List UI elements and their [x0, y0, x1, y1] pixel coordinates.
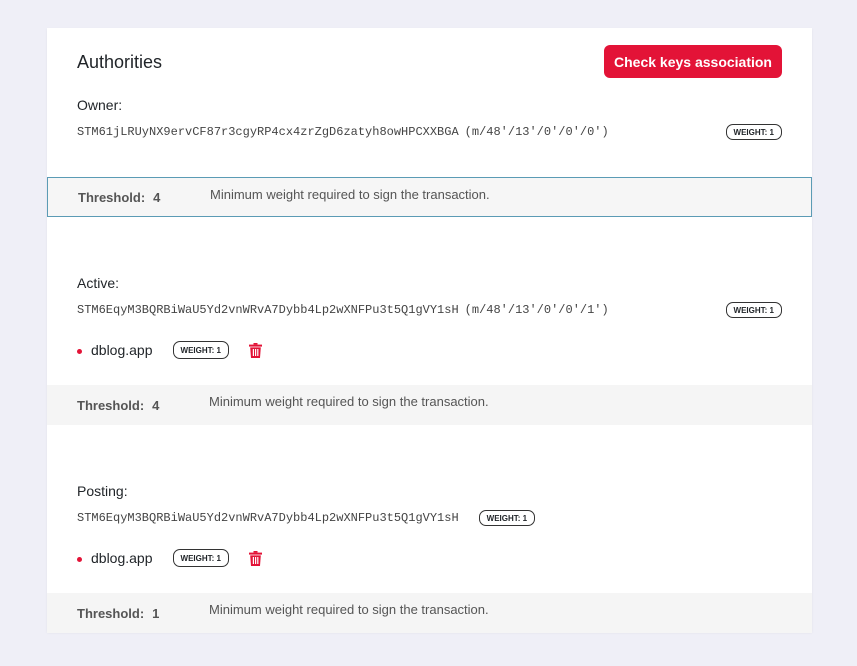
trash-icon[interactable]: [249, 342, 263, 358]
owner-label: Owner:: [77, 97, 123, 113]
posting-label: Posting:: [77, 483, 128, 499]
active-key-row: STM6EqyM3BQRBiWaU5Yd2vnWRvA7Dybb4Lp2wXNF…: [77, 300, 782, 320]
active-threshold-row[interactable]: Threshold: 4 Minimum weight required to s…: [47, 385, 812, 425]
threshold-label-text: Threshold:: [77, 397, 145, 413]
check-keys-association-button[interactable]: Check keys association: [604, 45, 782, 78]
trash-icon-svg: [249, 550, 263, 566]
bullet-dot: [77, 348, 82, 354]
owner-key-weight-badge: WEIGHT: 1: [725, 124, 782, 140]
active-key-weight-badge: WEIGHT: 1: [725, 302, 782, 318]
posting-account-weight-badge: WEIGHT: 1: [172, 549, 229, 567]
active-account-row: dblog.app WEIGHT: 1: [77, 340, 263, 360]
threshold-label-text: Threshold:: [78, 189, 146, 205]
owner-key-row: STM61jLRUyNX9ervCF87r3cgyRP4cx4zrZgD6zat…: [77, 122, 782, 142]
active-threshold-label: Threshold: 4: [77, 398, 159, 413]
page-title: Authorities: [77, 52, 163, 72]
trash-icon-svg: [249, 342, 263, 358]
posting-account-row: dblog.app WEIGHT: 1: [77, 548, 263, 568]
posting-threshold-label: Threshold: 1: [77, 606, 159, 621]
active-label: Active:: [77, 275, 120, 291]
active-account-name: dblog.app: [91, 342, 153, 358]
bullet-dot: [77, 556, 82, 562]
threshold-label-text: Threshold:: [77, 605, 145, 621]
posting-threshold-value[interactable]: 1: [152, 606, 159, 621]
active-public-key: STM6EqyM3BQRBiWaU5Yd2vnWRvA7Dybb4Lp2wXNF…: [77, 303, 459, 317]
active-key-path: (m/48′/13′/0′/0′/1′): [464, 303, 609, 317]
trash-icon[interactable]: [249, 550, 263, 566]
owner-public-key: STM61jLRUyNX9ervCF87r3cgyRP4cx4zrZgD6zat…: [77, 125, 459, 139]
posting-public-key: STM6EqyM3BQRBiWaU5Yd2vnWRvA7Dybb4Lp2wXNF…: [77, 511, 459, 525]
authorities-card: Authorities Check keys association Owner…: [47, 28, 812, 633]
posting-threshold-description: Minimum weight required to sign the tran…: [209, 602, 489, 617]
posting-key-row: STM6EqyM3BQRBiWaU5Yd2vnWRvA7Dybb4Lp2wXNF…: [77, 508, 782, 528]
posting-threshold-row[interactable]: Threshold: 1 Minimum weight required to s…: [47, 593, 812, 633]
posting-account-name: dblog.app: [91, 550, 153, 566]
owner-threshold-row[interactable]: Threshold: 4 Minimum weight required to s…: [47, 177, 812, 217]
active-account-weight-badge: WEIGHT: 1: [172, 341, 229, 359]
active-threshold-description: Minimum weight required to sign the tran…: [209, 394, 489, 409]
owner-threshold-value[interactable]: 4: [153, 190, 160, 205]
active-threshold-value[interactable]: 4: [152, 398, 159, 413]
owner-key-path: (m/48′/13′/0′/0′/0′): [464, 125, 609, 139]
posting-key-weight-badge: WEIGHT: 1: [478, 510, 536, 526]
owner-threshold-label: Threshold: 4: [78, 190, 160, 205]
owner-threshold-description: Minimum weight required to sign the tran…: [210, 187, 490, 202]
